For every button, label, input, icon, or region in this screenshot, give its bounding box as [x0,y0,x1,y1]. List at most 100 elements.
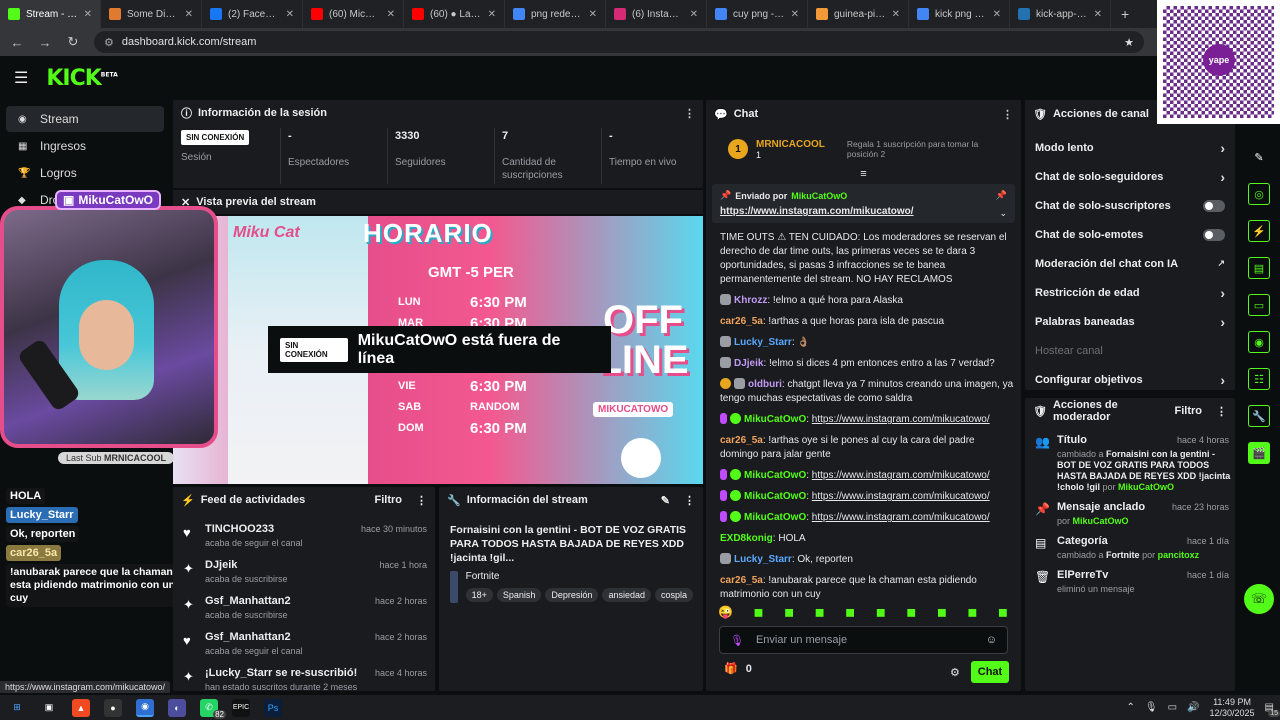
close-tab-icon[interactable]: ✕ [286,9,294,20]
channel-action-chat-de-solo-emotes[interactable]: Chat de solo-emotes [1025,220,1235,249]
mic-icon[interactable]: 🎙 [730,634,744,647]
chat-input[interactable]: 🎙 Enviar un mensaje ☺ [719,626,1008,654]
activity-row[interactable]: ✦ ¡Lucky_Starr se re-suscribió! han estado… [173,665,435,691]
stream-tag[interactable]: 18+ [465,588,493,602]
close-tab-icon[interactable]: ✕ [387,9,395,20]
browser-tab[interactable]: kick-app-icon- ✕ [1010,0,1111,28]
stream-tag[interactable]: ansiedad [602,588,651,602]
bookmark-star-icon[interactable]: ★ [1124,36,1134,49]
obs-icon[interactable]: ● [104,698,122,717]
broadcast-icon[interactable]: ◉ [1248,331,1270,353]
close-tab-icon[interactable]: ✕ [690,9,698,20]
clock[interactable]: 11:49 PM 12/30/2025 [1210,697,1255,719]
close-tab-icon[interactable]: ✕ [791,9,799,20]
chat-bubble-icon[interactable]: ▭ [1248,294,1270,316]
close-tab-icon[interactable]: ✕ [589,9,597,20]
chat-username[interactable]: car26_5a [720,316,763,327]
stream-tag[interactable]: Spanish [496,588,542,602]
channel-action-palabras-baneadas[interactable]: Palabras baneadas › [1025,307,1235,336]
chat-link[interactable]: https://www.instagram.com/mikucatowo/ [812,512,990,523]
emote-icon[interactable]: ◼ [876,605,886,619]
mod-action-user[interactable]: pancitoxz [1158,550,1200,560]
chat-username[interactable]: car26_5a [720,575,763,586]
kick-logo[interactable]: KICKBETA [46,66,117,91]
chat-username[interactable]: DJjeik [734,358,763,369]
chat-link[interactable]: https://www.instagram.com/mikucatowo/ [812,414,990,425]
close-tab-icon[interactable]: ✕ [488,9,496,20]
close-tab-icon[interactable]: ✕ [1094,9,1102,20]
menu-icon[interactable]: ☰ [14,68,28,88]
activity-row[interactable]: ♥ Gsf_Manhattan2 acaba de seguir el canal h… [173,629,435,665]
mod-action-user[interactable]: MikuCatOwO [1073,516,1129,526]
stream-preview[interactable]: Miku Cat HORARIO GMT -5 PER LUN 6:30 PM MA… [173,216,703,484]
chat-link[interactable]: https://www.instagram.com/mikucatowo/ [812,470,990,481]
close-tab-icon[interactable]: ✕ [84,9,92,20]
discord-icon[interactable]: ◐ [168,698,186,717]
mod-action-row[interactable]: ▤ Categoría hace 1 día cambiado a Fortnite … [1025,535,1235,561]
stream-tag[interactable]: Depresión [545,588,599,602]
chat-username[interactable]: MikuCatOwO [744,512,806,523]
chat-username[interactable]: oldburi [748,379,782,390]
emote-icon[interactable]: ◼ [784,605,794,619]
points-display[interactable]: 🎁 0 [724,662,752,676]
chat-username[interactable]: Lucky_Starr [734,554,792,565]
browser-tab[interactable]: kick png - Goo ✕ [909,0,1010,28]
browser-tab[interactable]: (60) Michae ✕ [303,0,404,28]
channel-action-configurar-objetivos[interactable]: Configurar objetivos › [1025,365,1235,394]
sidebar-item-logros[interactable]: 🏆 Logros [6,160,164,186]
toggle-switch[interactable] [1203,199,1225,212]
activity-row[interactable]: ✦ DJjeik acaba de suscribirse hace 1 hora [173,557,435,593]
channel-action-restricci-n-de-edad[interactable]: Restricción de edad › [1025,278,1235,307]
toggle-switch[interactable] [1203,228,1225,241]
collapse-icon[interactable]: ≡ [706,168,1021,182]
category-name[interactable]: Fortnite [466,571,693,582]
support-chat-icon[interactable]: ☏ [1244,584,1274,614]
stream-tag[interactable]: cospla [654,588,693,602]
browser-tab[interactable]: (60) ● La SEC ✕ [404,0,505,28]
browser-tab[interactable]: Some Diva by c ✕ [101,0,202,28]
close-tab-icon[interactable]: ✕ [892,9,900,20]
activity-filter-button[interactable]: Filtro [375,494,403,506]
site-info-icon[interactable]: ⚙ [104,36,114,49]
send-chat-button[interactable]: Chat [971,661,1009,683]
bolt-icon[interactable]: ⚡ [1248,220,1270,242]
back-icon[interactable]: ← [10,35,24,50]
mod-filter-button[interactable]: Filtro [1175,405,1203,417]
emoji-icon[interactable]: ☺ [986,634,997,646]
sidebar-item-stream[interactable]: ◉ Stream [6,106,164,132]
chat-username[interactable]: Lucky_Starr [734,337,792,348]
volume-icon[interactable]: 🔊 [1187,702,1199,713]
emote-icon[interactable]: ◼ [967,605,977,619]
close-tab-icon[interactable]: ✕ [993,9,1001,20]
pinned-by-user[interactable]: MikuCatOwO [791,191,847,201]
new-tab-icon[interactable]: + [1111,6,1139,22]
chat-username[interactable]: MikuCatOwO [744,491,806,502]
mod-action-row[interactable]: 📌 Mensaje anclado hace 23 horas por MikuCa… [1025,501,1235,527]
edit-icon[interactable]: ✎ [1248,146,1270,168]
mod-action-row[interactable]: 🗑 ElPerreTv hace 1 día eliminó un mensaje [1025,569,1235,595]
category-thumbnail[interactable] [450,571,458,603]
browser-tab[interactable]: png redes soci ✕ [505,0,606,28]
network-icon[interactable]: ▭ [1168,702,1177,713]
whatsapp-icon[interactable]: ✆ 82 [200,698,226,719]
browser-tab[interactable]: guinea-pig-sitt ✕ [808,0,909,28]
tray-chevron-icon[interactable]: ⌃ [1127,702,1135,713]
task-view-icon[interactable]: ▣ [40,699,58,717]
emote-icon[interactable]: ◼ [845,605,855,619]
mod-action-user[interactable]: MikuCatOwO [1118,482,1174,492]
browser-tab[interactable]: Stream - Kick D ✕ [0,0,101,28]
more-options-icon[interactable]: ⋮ [416,494,427,507]
chrome-icon[interactable]: ◉ [136,698,154,717]
mic-icon[interactable]: 🎙 [1145,702,1158,713]
chat-link[interactable]: https://www.instagram.com/mikucatowo/ [812,491,990,502]
channel-action-chat-de-solo-seguidores[interactable]: Chat de solo-seguidores › [1025,162,1235,191]
more-options-icon[interactable]: ⋮ [684,494,695,507]
channel-action-modo-lento[interactable]: Modo lento › [1025,133,1235,162]
chevron-down-icon[interactable]: ⌄ [999,208,1007,219]
photoshop-icon[interactable]: Ps [264,698,282,717]
emote-icon[interactable]: ◼ [815,605,825,619]
brave-icon[interactable]: ▲ [72,698,90,717]
notification-icon[interactable]: ▤ 15 [1265,702,1280,717]
pin-icon[interactable]: 📌 [996,190,1007,201]
clapper-icon[interactable]: 🎬 [1248,442,1270,464]
